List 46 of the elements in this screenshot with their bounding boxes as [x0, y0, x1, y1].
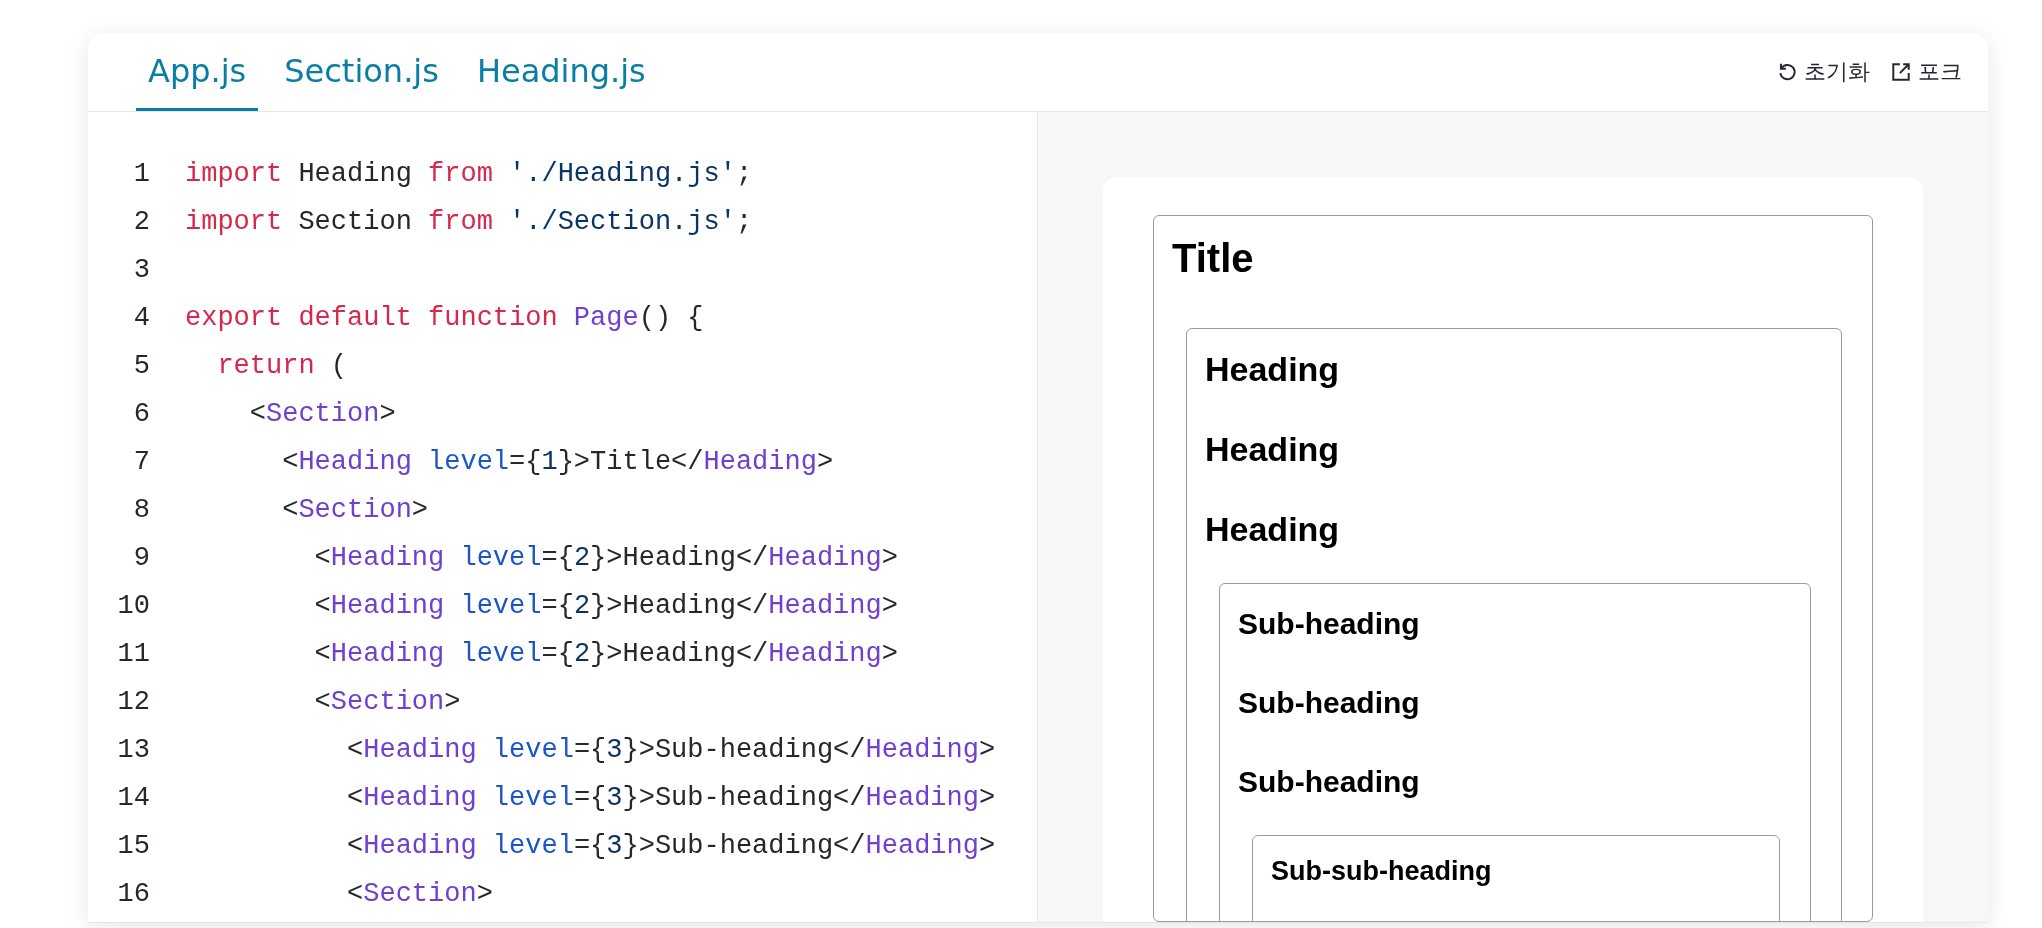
code-line: import Heading from './Heading.js';	[185, 159, 753, 189]
code-line: <Heading level={1}>Title</Heading>	[281, 447, 834, 477]
line-number: 5	[132, 351, 150, 381]
code-line: <Heading level={2}>Heading</Heading>	[313, 543, 898, 573]
reset-button[interactable]: 초기화	[1776, 57, 1870, 87]
code-line: import Section from './Section.js';	[185, 207, 753, 237]
code-line: return (	[216, 351, 348, 381]
line-number: 13	[116, 735, 150, 765]
line-number: 15	[116, 831, 150, 861]
code-line: <Section>	[281, 495, 429, 525]
heading-text: Sub-heading	[1238, 606, 1421, 642]
heading-text: Title	[1172, 235, 1255, 282]
code-line: <Heading level={2}>Heading</Heading>	[313, 591, 898, 621]
file-tab[interactable]: Heading.js	[464, 33, 658, 111]
line-number: 1	[132, 159, 150, 189]
file-tab[interactable]: App.js	[136, 33, 259, 111]
file-tab[interactable]: Section.js	[272, 33, 451, 111]
line-number: 9	[132, 543, 150, 573]
line-number: 3	[132, 255, 150, 285]
fork-button[interactable]: 포크	[1890, 57, 1962, 87]
line-number: 11	[116, 639, 150, 669]
line-number: 10	[116, 591, 150, 621]
heading-text: Sub-heading	[1238, 685, 1421, 721]
external-link-icon	[1890, 61, 1912, 83]
line-number: 12	[116, 687, 150, 717]
line-number: 16	[116, 879, 150, 909]
code-line: <Section>	[346, 879, 493, 909]
heading-text: Sub-sub-heading	[1271, 855, 1493, 888]
code-line: <Section>	[248, 399, 396, 429]
code-line: <Heading level={2}>Heading</Heading>	[313, 639, 898, 669]
heading-text: Heading	[1205, 349, 1341, 390]
line-number: 7	[132, 447, 150, 477]
code-line: <Heading level={3}>Sub-heading</Heading>	[346, 831, 996, 861]
line-number: 8	[132, 495, 150, 525]
code-line: export default function Page() {	[185, 303, 704, 333]
reset-icon	[1776, 61, 1798, 83]
line-number: 14	[116, 783, 150, 813]
line-number: 4	[132, 303, 150, 333]
line-number: 2	[132, 207, 150, 237]
heading-text: Sub-heading	[1238, 764, 1421, 800]
code-line: <Section>	[313, 687, 461, 717]
code-line: <Heading level={3}>Sub-heading</Heading>	[346, 735, 996, 765]
line-number: 6	[132, 399, 150, 429]
heading-text: Heading	[1205, 429, 1341, 470]
heading-text: Heading	[1205, 509, 1341, 550]
code-line: <Heading level={3}>Sub-heading</Heading>	[346, 783, 996, 813]
